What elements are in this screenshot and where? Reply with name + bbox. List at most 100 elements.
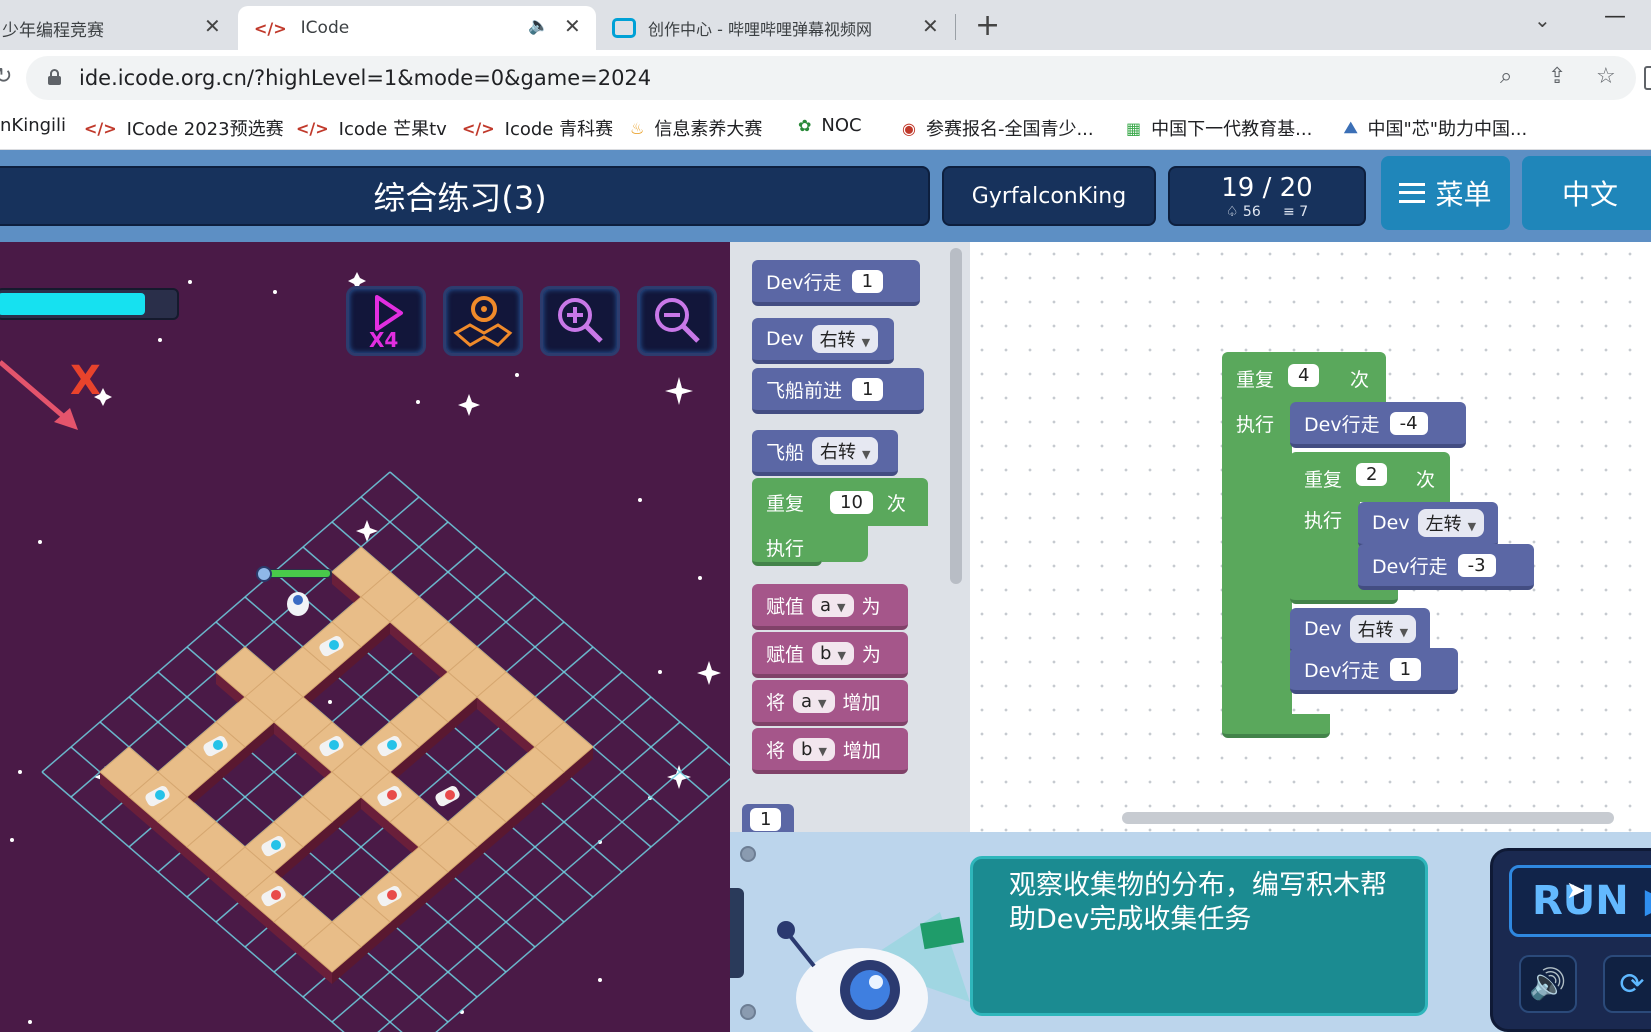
workspace-scrollbar[interactable]: [1122, 812, 1614, 824]
bookmark-icode-science[interactable]: </> Icode 青科赛: [462, 115, 613, 141]
zoom-in-button[interactable]: [540, 286, 620, 356]
tab-search-icon[interactable]: ⌄: [1534, 8, 1551, 32]
speed-label: X4: [369, 328, 398, 352]
block-value[interactable]: 1: [750, 807, 782, 831]
bookmark-label: NOC: [821, 115, 862, 136]
block-dev-turn[interactable]: Dev 右转 ▼: [752, 318, 894, 364]
toolbox-scrollbar[interactable]: [950, 248, 962, 584]
language-button[interactable]: 中文: [1522, 156, 1651, 230]
outer-repeat-side: 执行: [1222, 402, 1292, 724]
block-dev-walk[interactable]: Dev行走 -4: [1290, 402, 1466, 448]
robot-mascot: [777, 912, 970, 1032]
bookmark-education-base[interactable]: ▦ 中国下一代教育基...: [1126, 115, 1312, 141]
bookmark-noc[interactable]: ✿ NOC: [798, 115, 862, 136]
block-assign-a[interactable]: 赋值 a ▼ 为: [752, 584, 908, 630]
speaker-icon[interactable]: 🔈: [528, 16, 549, 36]
repeat-count[interactable]: 4: [1288, 364, 1320, 387]
block-label: Dev行走: [766, 271, 842, 294]
repeat-count[interactable]: 2: [1356, 463, 1388, 486]
block-label: 执行: [1236, 414, 1275, 436]
bookmark-china-chip[interactable]: ⛰ 中国"芯"助力中国...: [1344, 115, 1527, 141]
zoom-icon[interactable]: ⌕: [1500, 64, 1512, 89]
block-value[interactable]: 1: [851, 269, 884, 293]
noc-logo-icon: ✿: [798, 116, 812, 135]
block-dev-walk[interactable]: Dev行走 -3: [1358, 544, 1534, 590]
repeat-body: 执行: [752, 526, 822, 566]
block-number[interactable]: 1: [742, 804, 794, 832]
inner-repeat-header[interactable]: 重复 2 次: [1290, 452, 1450, 502]
minimize-window-icon[interactable]: —: [1604, 4, 1626, 29]
block-label: Dev: [1372, 512, 1410, 534]
tab-bilibili[interactable]: 创作中心 - 哔哩哔哩弹幕视频网 ✕: [600, 6, 950, 50]
language-label: 中文: [1561, 178, 1618, 211]
dropdown-value: 右转: [820, 442, 857, 463]
menu-button[interactable]: 菜单: [1381, 156, 1510, 230]
speed-x4-button[interactable]: X4: [346, 286, 426, 356]
dev-robot[interactable]: [256, 566, 332, 616]
block-label: 执行: [1304, 510, 1343, 532]
block-value[interactable]: 1: [852, 377, 884, 401]
repeat-count[interactable]: 10: [830, 490, 873, 514]
variable-dropdown[interactable]: a ▼: [793, 689, 835, 713]
reset-button[interactable]: ⟳: [1603, 955, 1651, 1013]
block-dev-walk[interactable]: Dev行走 1: [1290, 648, 1458, 694]
block-assign-b[interactable]: 赋值 b ▼ 为: [752, 632, 908, 678]
reload-icon[interactable]: ↻: [0, 64, 12, 89]
block-value[interactable]: 1: [1389, 657, 1422, 681]
dropdown-value: b: [820, 642, 832, 664]
block-label: 飞船前进: [766, 379, 843, 402]
outer-repeat-header[interactable]: 重复 4 次: [1222, 352, 1386, 404]
block-ship-forward[interactable]: 飞船前进 1: [752, 368, 924, 414]
turn-dropdown[interactable]: 右转 ▼: [812, 437, 879, 465]
block-increase-a[interactable]: 将 a ▼ 增加: [752, 680, 908, 726]
sound-button[interactable]: 🔊: [1519, 955, 1577, 1013]
block-label: 次: [1416, 469, 1436, 491]
block-dev-walk[interactable]: Dev行走 1: [752, 260, 920, 306]
bookmarks-bar: nKingili </> ICode 2023预选赛 </> Icode 芒果tv …: [0, 106, 1651, 150]
username: GyrfalconKing: [942, 166, 1156, 226]
map-button[interactable]: [443, 286, 523, 356]
menu-icon: [1399, 183, 1426, 203]
panel-handle[interactable]: [730, 888, 744, 978]
block-increase-b[interactable]: 将 b ▼ 增加: [752, 728, 908, 774]
share-icon[interactable]: ⇪: [1548, 64, 1566, 89]
bookmark-registration[interactable]: ◉ 参赛报名-全国青少...: [902, 115, 1094, 141]
dropdown-arrow-icon: ▼: [837, 600, 846, 614]
tab-icode[interactable]: </> ICode 🔈 ✕: [238, 6, 596, 50]
tab-coding-contest[interactable]: 少年编程竞赛 ✕: [0, 6, 230, 50]
code-workspace[interactable]: 重复 4 次 执行 Dev行走 -4 重复 2 次 执行 Dev 左转 ▼ Dev…: [970, 242, 1651, 832]
bookmark-kingili[interactable]: nKingili: [0, 115, 66, 136]
turn-dropdown[interactable]: 右转 ▼: [1349, 615, 1417, 643]
variable-dropdown[interactable]: b ▼: [812, 641, 854, 665]
block-value[interactable]: -3: [1457, 553, 1496, 577]
bookmark-info-literacy[interactable]: ♨ 信息素养大赛: [630, 115, 762, 141]
new-tab-button[interactable]: +: [975, 8, 1000, 43]
block-dev-turn-left[interactable]: Dev 左转 ▼: [1358, 502, 1498, 548]
variable-dropdown[interactable]: b ▼: [793, 737, 835, 761]
zoom-out-button[interactable]: [637, 286, 717, 356]
turn-dropdown[interactable]: 右转 ▼: [811, 325, 879, 353]
omnibox[interactable]: ide.icode.org.cn/?highLevel=1&mode=0&gam…: [26, 56, 1636, 100]
block-ship-turn[interactable]: 飞船 右转 ▼: [752, 430, 898, 476]
fast-forward-icon: X4: [369, 295, 403, 352]
side-panel-icon[interactable]: [1644, 66, 1651, 90]
close-tab-icon[interactable]: ✕: [204, 14, 221, 38]
url-text[interactable]: ide.icode.org.cn/?highLevel=1&mode=0&gam…: [79, 66, 651, 90]
bookmark-icode-mango[interactable]: </> Icode 芒果tv: [296, 115, 447, 141]
task-hint: 观察收集物的分布，编写积木帮助Dev完成收集任务: [970, 856, 1428, 1016]
variable-dropdown[interactable]: a ▼: [812, 593, 854, 617]
block-label: 重复: [766, 492, 805, 515]
target-mark: X: [70, 358, 101, 404]
close-tab-icon[interactable]: ✕: [922, 14, 939, 38]
level-title: 综合练习(3): [0, 166, 930, 226]
green-grid-icon: ▦: [1126, 118, 1142, 138]
lock-icon[interactable]: [48, 69, 61, 85]
bookmark-star-icon[interactable]: ☆: [1596, 64, 1616, 89]
game-stage[interactable]: X X4: [0, 242, 730, 1032]
block-label: 赋值: [766, 643, 805, 666]
turn-dropdown[interactable]: 左转 ▼: [1417, 509, 1485, 537]
close-tab-icon[interactable]: ✕: [564, 14, 581, 38]
block-value[interactable]: -4: [1389, 411, 1428, 435]
bookmark-icode-2023[interactable]: </> ICode 2023预选赛: [84, 115, 284, 141]
screen: 少年编程竞赛 ✕ </> ICode 🔈 ✕ 创作中心 - 哔哩哔哩弹幕视频网 …: [0, 0, 1651, 1032]
